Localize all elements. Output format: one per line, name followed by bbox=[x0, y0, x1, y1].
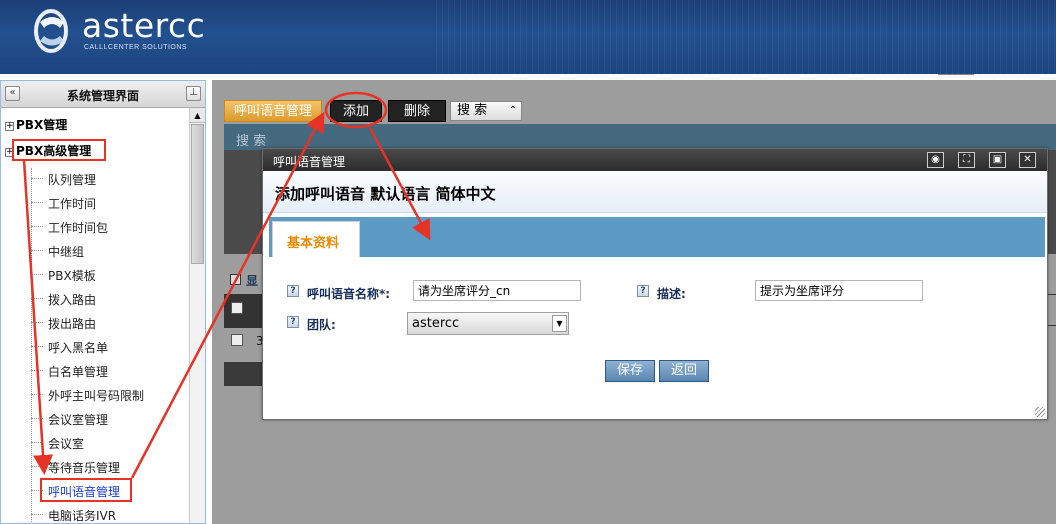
grid-header bbox=[224, 294, 264, 328]
tab-basic-info[interactable]: 基本资料 bbox=[272, 221, 360, 257]
help-icon[interactable]: ? bbox=[287, 316, 299, 328]
dialog-titlebar[interactable]: 呼叫语音管理 ◉ ⛶ ▣ ✕ bbox=[263, 149, 1047, 171]
sidebar-item-call-voice[interactable]: 呼叫语音管理 bbox=[48, 483, 120, 500]
help-icon[interactable]: ? bbox=[287, 285, 299, 297]
description-input[interactable] bbox=[755, 280, 923, 301]
sidebar-item-conference-room[interactable]: 会议室 bbox=[48, 435, 84, 452]
panel-divider-handle[interactable] bbox=[938, 74, 974, 80]
left-panel-title: 系统管理界面 bbox=[66, 89, 139, 103]
tab-call-voice-manage[interactable]: 呼叫语音管理 bbox=[224, 100, 322, 122]
chevron-down-icon[interactable]: ▼ bbox=[552, 315, 567, 332]
row-checkbox[interactable] bbox=[231, 334, 243, 346]
maximize-icon[interactable]: ⛶ bbox=[958, 152, 975, 168]
expand-plus-icon[interactable]: + bbox=[5, 148, 14, 157]
save-button[interactable]: 保存 bbox=[605, 360, 655, 382]
team-select-value: astercc bbox=[412, 316, 460, 331]
nav-tree: + PBX管理 + PBX高级管理 队列管理 工作时间 工作时间包 中继组 PBX模… bbox=[1, 108, 189, 523]
left-panel-header: « 系统管理界面 ⊥ bbox=[1, 81, 205, 108]
sidebar-item-trunk-group[interactable]: 中继组 bbox=[48, 243, 84, 260]
team-select[interactable]: astercc ▼ bbox=[407, 312, 569, 335]
brand-tagline: CALLLCENTER SOLUTIONS bbox=[84, 44, 188, 51]
tree-root-pbx[interactable]: + PBX管理 bbox=[5, 116, 67, 134]
sidebar-item-outbound-route[interactable]: 拨出路由 bbox=[48, 315, 96, 332]
circle-icon[interactable]: ◉ bbox=[927, 152, 944, 168]
astercc-logo-icon bbox=[34, 9, 68, 53]
dialog-heading: 添加呼叫语音 默认语言 简体中文 bbox=[275, 185, 496, 203]
team-field-label: 团队: bbox=[307, 318, 336, 332]
app-header: astercc CALLLCENTER SOLUTIONS bbox=[0, 0, 1056, 74]
restore-icon[interactable]: ▣ bbox=[989, 152, 1006, 168]
delete-button[interactable]: 删除 bbox=[388, 100, 446, 122]
sidebar-item-work-time[interactable]: 工作时间 bbox=[48, 195, 96, 212]
header-decoration bbox=[436, 0, 1056, 74]
scroll-up-arrow-icon[interactable]: ▲ bbox=[190, 108, 205, 123]
search-toggle-button[interactable]: 搜 索 ⌃ bbox=[450, 101, 522, 121]
resize-grip-icon[interactable] bbox=[1035, 407, 1045, 417]
pin-icon[interactable]: ⊥ bbox=[186, 86, 201, 101]
sidebar-item-inbound-route[interactable]: 拨入路由 bbox=[48, 291, 96, 308]
left-panel-scrollbar[interactable]: ▲ bbox=[189, 108, 205, 523]
voice-name-input[interactable] bbox=[413, 280, 581, 301]
sidebar-item-caller-id-limit[interactable]: 外呼主叫号码限制 bbox=[48, 387, 144, 404]
sidebar-item-inbound-blacklist[interactable]: 呼入黑名单 bbox=[48, 339, 108, 356]
scroll-thumb[interactable] bbox=[191, 124, 204, 264]
dialog-title: 呼叫语音管理 bbox=[273, 155, 346, 169]
add-call-voice-dialog: 呼叫语音管理 ◉ ⛶ ▣ ✕ 添加呼叫语音 默认语言 简体中文 基本资料 ? 呼… bbox=[262, 148, 1048, 420]
help-icon[interactable]: ? bbox=[637, 285, 649, 297]
description-field-label: 描述: bbox=[657, 287, 686, 301]
sidebar-item-queue[interactable]: 队列管理 bbox=[48, 171, 96, 188]
left-navigation-panel: « 系统管理界面 ⊥ + PBX管理 + PBX高级管理 队列管理 工作时间 工作时… bbox=[0, 80, 206, 524]
sidebar-item-conference-manage[interactable]: 会议室管理 bbox=[48, 411, 108, 428]
grid-title: 显 bbox=[246, 274, 259, 288]
sidebar-item-pbx-template[interactable]: PBX模板 bbox=[48, 267, 96, 284]
sidebar-item-computer-ivr[interactable]: 电脑话务IVR bbox=[48, 507, 116, 523]
brand-name: astercc bbox=[82, 6, 206, 45]
dialog-tab-strip: 基本资料 bbox=[269, 217, 1045, 257]
back-button[interactable]: 返回 bbox=[659, 360, 709, 382]
close-icon[interactable]: ✕ bbox=[1019, 152, 1036, 168]
tree-root-pbx-advanced[interactable]: + PBX高级管理 bbox=[5, 142, 91, 160]
search-bar-label: 搜 索 bbox=[236, 134, 267, 149]
tab-basic-info-label: 基本资料 bbox=[287, 236, 340, 251]
sidebar-item-hold-music[interactable]: 等待音乐管理 bbox=[48, 459, 120, 476]
add-button[interactable]: 添加 bbox=[330, 100, 382, 122]
grid-footer bbox=[224, 362, 264, 386]
expand-plus-icon[interactable]: + bbox=[5, 122, 14, 131]
name-field-label: 呼叫语音名称*: bbox=[307, 287, 391, 301]
sidebar-item-whitelist[interactable]: 白名单管理 bbox=[48, 363, 108, 380]
grid-checkbox-icon bbox=[230, 274, 241, 285]
select-all-checkbox[interactable] bbox=[231, 302, 243, 314]
sidebar-item-work-time-pack[interactable]: 工作时间包 bbox=[48, 219, 108, 236]
double-chevron-up-icon: ⌃ bbox=[508, 105, 517, 116]
grid-edge bbox=[1048, 294, 1056, 326]
search-bar bbox=[224, 124, 1056, 150]
dialog-heading-bar: 添加呼叫语音 默认语言 简体中文 bbox=[263, 171, 1047, 213]
